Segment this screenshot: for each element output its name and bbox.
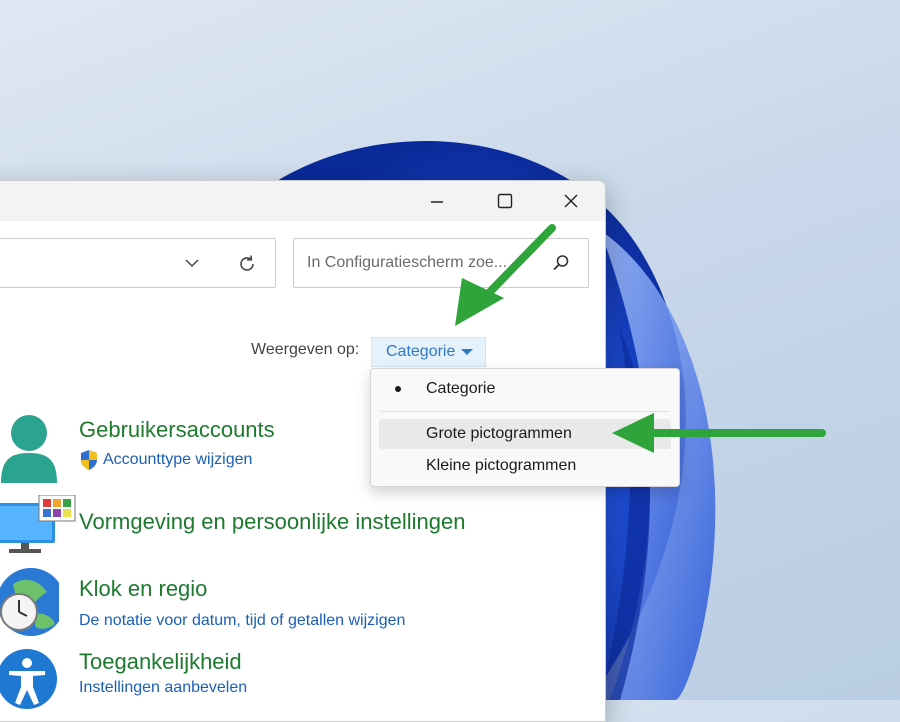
search-input[interactable]: In Configuratiescherm zoe...	[307, 254, 537, 272]
close-icon	[564, 194, 578, 208]
menu-separator	[381, 411, 669, 412]
category-link[interactable]: De notatie voor datum, tijd of getallen …	[79, 612, 405, 630]
category-link[interactable]: Accounttype wijzigen	[103, 451, 252, 469]
category-accessibility: Toegankelijkheid Instellingen aanbevelen	[0, 641, 581, 721]
category-title[interactable]: Vormgeving en persoonlijke instellingen	[79, 509, 465, 535]
category-title[interactable]: Toegankelijkheid	[79, 649, 242, 675]
chevron-down-icon[interactable]	[182, 253, 202, 273]
category-clock-region: Klok en regio De notatie voor datum, tij…	[0, 566, 581, 641]
refresh-icon[interactable]	[236, 253, 258, 275]
category-link[interactable]: Instellingen aanbevelen	[79, 679, 247, 697]
clock-region-icon	[0, 568, 59, 636]
menu-item-small-icons[interactable]: Kleine pictogrammen	[379, 451, 671, 481]
category-appearance: Vormgeving en persoonlijke instellingen	[0, 491, 581, 561]
menu-item-label: Kleine pictogrammen	[426, 457, 577, 474]
maximize-icon	[497, 193, 513, 209]
menu-item-large-icons[interactable]: Grote pictogrammen	[379, 419, 671, 449]
maximize-button[interactable]	[471, 181, 539, 221]
category-title[interactable]: Klok en regio	[79, 576, 207, 602]
accessibility-icon	[0, 649, 57, 709]
minimize-button[interactable]	[403, 181, 471, 221]
user-accounts-icon	[1, 415, 57, 483]
selected-bullet-icon	[395, 386, 401, 392]
title-bar	[0, 181, 605, 221]
search-box[interactable]: In Configuratiescherm zoe...	[293, 238, 589, 288]
shield-icon	[81, 450, 97, 470]
appearance-icon	[0, 495, 76, 553]
view-by-dropdown[interactable]: Categorie	[371, 337, 487, 367]
minimize-icon	[431, 201, 443, 203]
caret-down-icon	[461, 349, 474, 355]
menu-item-label: Grote pictogrammen	[426, 425, 572, 442]
address-bar[interactable]	[0, 238, 276, 288]
search-icon[interactable]	[551, 253, 571, 273]
menu-item-label: Categorie	[426, 380, 496, 397]
category-title[interactable]: Gebruikersaccounts	[79, 417, 275, 443]
view-by-selected: Categorie	[386, 343, 456, 360]
menu-item-category[interactable]: Categorie	[379, 374, 671, 404]
view-by-label: Weergeven op:	[251, 341, 360, 358]
close-button[interactable]	[537, 181, 605, 221]
view-by-menu: Categorie Grote pictogrammen Kleine pict…	[370, 368, 680, 487]
